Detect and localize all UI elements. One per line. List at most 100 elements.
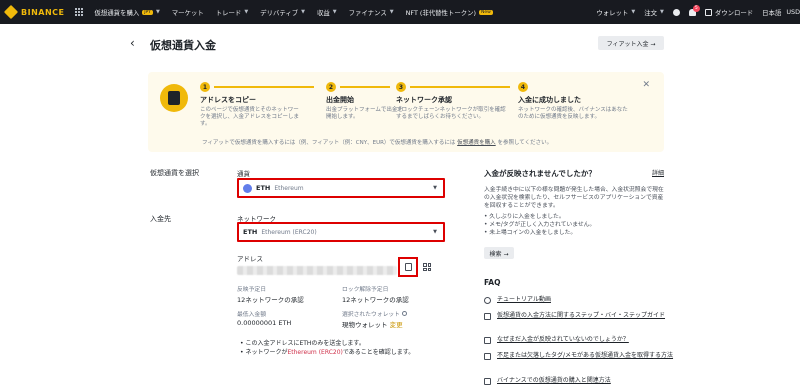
step-title: アドレスをコピー [200, 96, 256, 104]
deposit-notes: この入金アドレスにETHのみを送金します。 ネットワークがEthereum (E… [240, 339, 414, 357]
step-number: 3 [396, 82, 406, 92]
faq-item[interactable]: 仮想通貨の入金方法に関するステップ・バイ・ステップガイド [484, 312, 697, 320]
nav-item-label: トレード [215, 8, 242, 17]
info-icon[interactable] [401, 311, 407, 316]
note-text: ネットワークが [245, 349, 288, 356]
jpy-badge: JPY [142, 9, 153, 15]
note-network-highlight: Ethereum (ERC20) [287, 349, 343, 356]
help-list: 久しぶりに入金をしました。 メモ/タグが正しく入力されていません。 未上場コイン… [484, 213, 595, 237]
faq-item-label: なぜまだ入金が反映されていないのでしょうか？ [497, 336, 629, 343]
apps-grid-icon[interactable] [74, 8, 83, 16]
steps-note: フィアットで仮想通貨を購入するには（例、フィアット（例：CNY、EUR）で仮想通… [202, 138, 552, 146]
coin-field-label: 通貨 [237, 170, 250, 178]
right-nav: ウォレット ▼ 注文 ▼ 5 ダウンロード 日本語 USD [587, 0, 800, 24]
nav-item-label: 収益 [317, 8, 330, 17]
chevron-down-icon: ▼ [659, 9, 664, 15]
nav-download[interactable]: ダウンロード [704, 8, 753, 17]
note-item: ネットワークがEthereum (ERC20)であることを確認します。 [240, 348, 414, 357]
language-label: 日本語 [762, 8, 782, 17]
chevron-down-icon: ▼ [433, 185, 437, 191]
nav-currency[interactable]: USD [786, 8, 800, 16]
back-arrow-icon[interactable]: ‹ [130, 36, 135, 50]
bell-icon: 5 [688, 4, 700, 16]
faq-item[interactable]: なぜまだ入金が反映されていないのでしょうか？ [484, 336, 697, 344]
chevron-down-icon: ▼ [433, 229, 437, 235]
step-desc: このページで仮想通貨とそのネットワークを選択し、入金アドレスをコピーします。 [200, 107, 300, 127]
nav-language[interactable]: 日本語 [762, 8, 781, 17]
unlock-value: 12ネットワークの承認 [342, 296, 409, 304]
note-text: であることを確認します。 [342, 349, 415, 356]
nav-item-buy-crypto[interactable]: 仮想通貨を購入 JPY ▼ [95, 8, 160, 17]
selected-wallet-label-text: 選択されたウォレット [342, 312, 400, 318]
nav-item-trade[interactable]: トレード ▼ [216, 8, 248, 17]
play-icon [484, 297, 491, 304]
new-badge: New [478, 9, 493, 15]
step-connector [214, 86, 314, 88]
network-symbol: ETH [243, 228, 258, 236]
steps-banner: ✕ 1 アドレスをコピー このページで仮想通貨とそのネットワークを選択し、入金ア… [148, 72, 664, 152]
logo-text: BINANCE [21, 7, 65, 17]
faq-item-label: 不足または欠落したタグ/メモがある仮想通貨入金を取得する方法 [497, 352, 674, 359]
step-4: 4 入金に成功しました ネットワークの確認後、バイナンスはあなたのために仮想通貨… [518, 82, 628, 121]
nav-orders[interactable]: 注文 ▼ [644, 8, 664, 17]
change-wallet-link[interactable]: 変更 [390, 321, 403, 329]
address-label: アドレス [237, 255, 263, 263]
nav-item-derivatives[interactable]: デリバティブ ▼ [260, 8, 305, 17]
nav-wallet[interactable]: ウォレット ▼ [596, 8, 635, 17]
note-item: この入金アドレスにETHのみを送金します。 [240, 339, 414, 348]
steps-note-text: フィアットで仮想通貨を購入するには（例、フィアット（例：CNY、EUR）で仮想通… [202, 140, 456, 146]
faq-item[interactable]: チュートリアル動画 [484, 296, 697, 304]
wallet-label: ウォレット [596, 8, 629, 17]
selected-wallet-label: 選択されたウォレット [342, 309, 407, 318]
chevron-down-icon: ▼ [332, 9, 337, 15]
search-button[interactable]: 検索 → [484, 247, 514, 259]
min-deposit-value: 0.00000001 ETH [237, 319, 292, 327]
expected-arrival-label: 反映予定日 [237, 287, 266, 293]
coin-name: Ethereum [274, 184, 304, 192]
fiat-deposit-button[interactable]: フィアット入金 → [598, 36, 664, 50]
faq-item[interactable]: 不足または欠落したタグ/メモがある仮想通貨入金を取得する方法 [484, 352, 697, 360]
document-icon [484, 337, 491, 344]
chevron-down-icon: ▼ [631, 9, 636, 15]
step-title: 入金に成功しました [518, 96, 581, 104]
help-list-item: メモ/タグが正しく入力されていません。 [484, 221, 595, 229]
step-number: 1 [200, 82, 210, 92]
main-content: ✕ 1 アドレスをコピー このページで仮想通貨とそのネットワークを選択し、入金ア… [0, 64, 800, 390]
network-select[interactable]: ETH Ethereum (ERC20) ▼ [237, 222, 445, 242]
chevron-down-icon: ▼ [301, 9, 305, 15]
nav-item-label: 仮想通貨を購入 [94, 8, 140, 17]
faq-item-label: 仮想通貨の入金方法に関するステップ・バイ・ステップガイド [497, 312, 666, 319]
nav-notifications[interactable]: 5 [688, 4, 700, 16]
eth-icon [243, 183, 252, 193]
download-icon [704, 8, 712, 16]
step-title: 出金開始 [326, 96, 354, 104]
nav-item-finance[interactable]: ファイナンス ▼ [349, 8, 394, 17]
binance-logo-icon [3, 4, 19, 20]
page-header: ‹ 仮想通貨入金 フィアット入金 → [0, 24, 800, 64]
nav-item-earn[interactable]: 収益 ▼ [317, 8, 337, 17]
help-detail-link[interactable]: 詳細 [652, 168, 664, 177]
deposit-illustration [160, 84, 188, 112]
nav-item-nft[interactable]: NFT (非代替性トークン) New [406, 8, 493, 17]
close-icon[interactable]: ✕ [642, 80, 650, 90]
notification-count-badge: 5 [692, 4, 700, 12]
nav-item-markets[interactable]: マーケット [172, 8, 204, 17]
nav-item-label: マーケット [171, 8, 204, 17]
step-desc: ブロックチェーンネットワークが取引を確認するまでしばらくお待ちください。 [396, 107, 506, 120]
nav-item-label: ファイナンス [348, 8, 387, 17]
deposit-address-redacted[interactable] [237, 266, 397, 275]
selected-wallet-value: 現物ウォレット 変更 [342, 319, 403, 329]
step-title: ネットワーク承認 [396, 96, 452, 104]
coin-select[interactable]: ETH Ethereum ▼ [237, 178, 445, 198]
faq-item[interactable]: バイナンスでの仮想通貨の購入と関連方法 [484, 377, 697, 385]
help-description: 入金手続き中に以下の様な問題が発生した場合、入金状況照会で現在の入金状況を検索し… [484, 187, 664, 209]
qr-code-icon[interactable] [423, 263, 431, 271]
binance-logo[interactable]: BINANCE [3, 4, 65, 20]
nav-user[interactable] [672, 8, 680, 16]
chevron-down-icon: ▼ [244, 9, 249, 15]
steps-note-tail: を参照してください。 [497, 140, 553, 146]
copy-address-button[interactable] [398, 257, 418, 277]
buy-crypto-link[interactable]: 仮想通貨を購入 [457, 140, 496, 146]
faq-title: FAQ [484, 278, 501, 287]
step-number: 4 [518, 82, 528, 92]
